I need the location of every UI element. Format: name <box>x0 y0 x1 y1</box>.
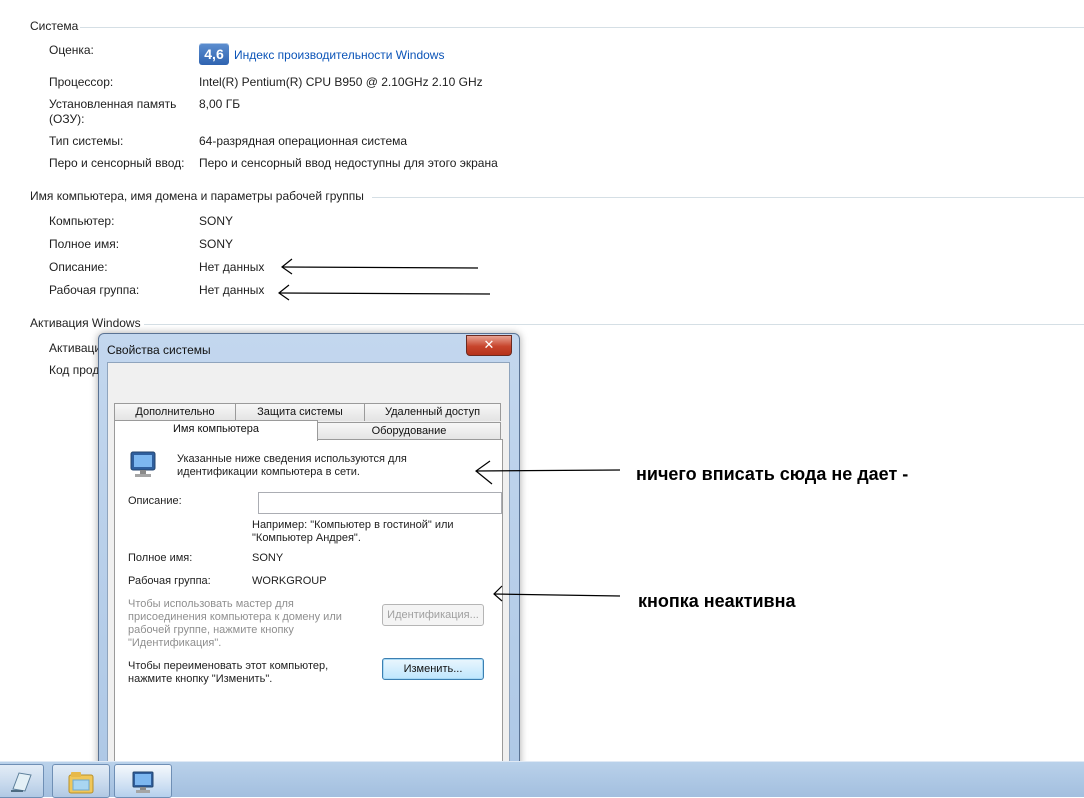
rename-text-line2: нажмите кнопку "Изменить". <box>128 673 273 685</box>
performance-index-link[interactable]: Индекс производительности Windows <box>234 48 444 62</box>
dialog-client: Дополнительно Защита системы Удаленный д… <box>107 362 510 776</box>
tab-computer-name[interactable]: Имя компьютера <box>114 420 318 441</box>
ram-label-line2: (ОЗУ): <box>49 112 85 126</box>
ram-label-line1: Установленная память <box>49 97 177 111</box>
system-properties-icon <box>132 771 154 793</box>
workgroup-field-value: WORKGROUP <box>252 575 327 587</box>
intro-line1: Указанные ниже сведения используются для <box>177 453 407 465</box>
wizard-text-line3: рабочей группе, нажмите кнопку <box>128 624 294 636</box>
description-label: Описание: <box>49 260 108 274</box>
description-input[interactable] <box>258 492 502 514</box>
performance-rating-badge[interactable]: 4,6 <box>199 43 229 65</box>
activation-label: Активаци <box>49 341 102 355</box>
taskbar-button-explorer[interactable] <box>52 764 110 798</box>
system-type-value: 64-разрядная операционная система <box>199 134 408 148</box>
notepad-icon <box>11 772 32 792</box>
workgroup-label: Рабочая группа: <box>49 283 140 297</box>
close-button[interactable]: ✕ <box>466 335 512 356</box>
ram-value: 8,00 ГБ <box>199 97 241 111</box>
divider <box>144 324 1084 325</box>
change-button[interactable]: Изменить... <box>382 658 484 680</box>
section-title-activation: Активация Windows <box>30 316 141 330</box>
description-value: Нет данных <box>199 260 265 274</box>
full-name-label: Полное имя: <box>49 237 120 251</box>
tab-hardware[interactable]: Оборудование <box>317 422 501 440</box>
workgroup-field-label: Рабочая группа: <box>128 575 211 587</box>
full-name-field-label: Полное имя: <box>128 552 193 564</box>
tab-advanced[interactable]: Дополнительно <box>114 403 236 421</box>
divider <box>372 197 1084 198</box>
description-field-label: Описание: <box>128 495 182 507</box>
annotation-note-description: ничего вписать сюда не дает - <box>636 464 909 484</box>
network-id-button[interactable]: Идентификация... <box>382 604 484 626</box>
full-name-field-value: SONY <box>252 552 284 564</box>
pen-label: Перо и сенсорный ввод: <box>49 156 185 170</box>
computer-name-panel: Указанные ниже сведения используются для… <box>114 439 503 775</box>
annotation-note-button: кнопка неактивна <box>638 591 796 611</box>
divider <box>80 27 1084 28</box>
cpu-label: Процессор: <box>49 75 114 89</box>
system-properties-dialog: Свойства системы ✕ Дополнительно Защита … <box>98 333 520 776</box>
example-line1: Например: "Компьютер в гостиной" или <box>252 519 454 531</box>
computer-name-value: SONY <box>199 214 234 228</box>
taskbar-button-system-properties[interactable] <box>114 764 172 798</box>
section-title-system: Система <box>30 19 79 33</box>
wizard-text-line2: присоединения компьютера к домену или <box>128 611 342 623</box>
wizard-text-line4: "Идентификация". <box>128 637 222 649</box>
rename-text-line1: Чтобы переименовать этот компьютер, <box>128 660 329 672</box>
computer-name-label: Компьютер: <box>49 214 115 228</box>
product-code-label: Код прод <box>49 363 100 377</box>
dialog-title: Свойства системы <box>107 343 211 357</box>
tab-system-protection[interactable]: Защита системы <box>235 403 365 421</box>
wizard-text-line1: Чтобы использовать мастер для <box>128 598 294 610</box>
tab-remote[interactable]: Удаленный доступ <box>364 403 501 421</box>
taskbar <box>0 761 1084 798</box>
cpu-value: Intel(R) Pentium(R) CPU B950 @ 2.10GHz 2… <box>199 75 483 89</box>
section-title-computer: Имя компьютера, имя домена и параметры р… <box>30 189 364 203</box>
full-name-value: SONY <box>199 237 234 251</box>
explorer-icon <box>68 772 94 794</box>
computer-icon <box>130 451 156 477</box>
taskbar-button-notepad[interactable] <box>0 764 44 798</box>
system-type-label: Тип системы: <box>49 134 124 148</box>
pen-value: Перо и сенсорный ввод недоступны для это… <box>199 156 498 170</box>
rating-label: Оценка: <box>49 43 94 57</box>
intro-line2: идентификации компьютера в сети. <box>177 466 360 478</box>
workgroup-value: Нет данных <box>199 283 265 297</box>
annotation-arrows-dialog <box>475 460 621 602</box>
example-line2: "Компьютер Андрея". <box>252 532 361 544</box>
annotation-arrows-main <box>277 258 491 301</box>
